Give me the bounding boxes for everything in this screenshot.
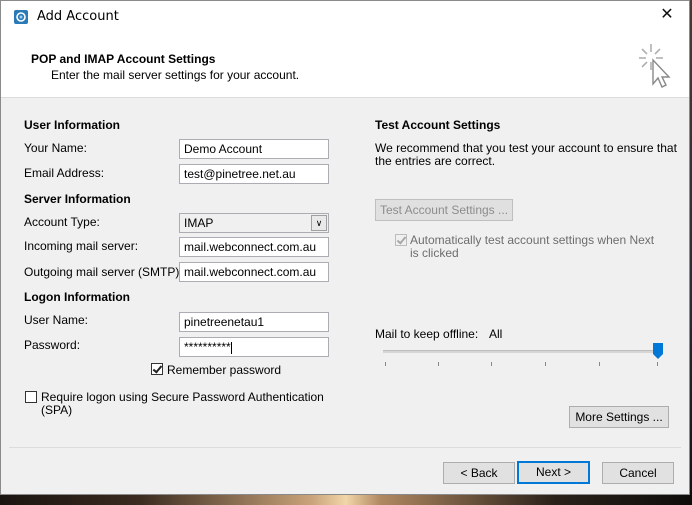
auto-test-label-line2: is clicked [410,246,459,260]
outlook-app-icon [14,10,28,24]
account-type-value: IMAP [184,216,214,230]
logon-info-heading: Logon Information [24,290,130,304]
spa-label-line1: Require logon using Secure Password Auth… [41,390,324,404]
cursor-click-icon [639,44,671,88]
incoming-server-input[interactable]: mail.webconnect.com.au [179,237,329,257]
test-account-settings-button[interactable]: Test Account Settings ... [375,199,513,221]
user-info-heading: User Information [24,118,121,132]
outgoing-server-label: Outgoing mail server (SMTP): [24,265,183,279]
your-name-input[interactable]: Demo Account [179,139,329,159]
offline-slider-track[interactable] [383,350,661,353]
slider-tick [438,362,439,366]
cancel-button[interactable]: Cancel [602,462,674,484]
test-description-line1: We recommend that you test your account … [375,141,677,155]
footer-divider [9,447,681,448]
remember-password-label: Remember password [167,363,282,377]
dialog-header: POP and IMAP Account Settings Enter the … [1,31,689,98]
password-label: Password: [24,338,81,352]
password-input[interactable]: ********** [179,337,329,357]
close-icon[interactable]: ✕ [645,1,689,31]
auto-test-label-line1: Automatically test account settings when… [410,233,655,247]
window-title: Add Account [37,9,119,24]
next-button[interactable]: Next > [517,461,590,484]
more-settings-button[interactable]: More Settings ... [569,406,669,428]
slider-tick [599,362,600,366]
email-label: Email Address: [24,166,105,180]
user-name-input[interactable]: pinetreenetau1 [179,312,329,332]
add-account-dialog: Add Account ✕ POP and IMAP Account Setti… [0,0,690,495]
chevron-down-icon[interactable]: ∨ [311,215,327,231]
account-type-label: Account Type: [24,215,100,229]
remember-password-checkbox[interactable] [151,363,163,375]
offline-value: All [489,327,503,341]
offline-label: Mail to keep offline: [375,327,479,341]
email-input[interactable]: test@pinetree.net.au [179,164,329,184]
header-title: POP and IMAP Account Settings [31,52,216,66]
outgoing-server-input[interactable]: mail.webconnect.com.au [179,262,329,282]
server-info-heading: Server Information [24,192,131,206]
header-subtitle: Enter the mail server settings for your … [51,68,300,82]
text-caret [230,341,232,354]
title-bar: Add Account ✕ [1,1,689,31]
user-name-label: User Name: [24,313,89,327]
your-name-label: Your Name: [24,141,87,155]
test-description-line2: the entries are correct. [375,154,496,168]
spa-label-line2: (SPA) [41,403,73,417]
test-settings-heading: Test Account Settings [375,118,501,132]
account-type-select[interactable]: IMAP ∨ [179,213,329,233]
back-button[interactable]: < Back [443,462,515,484]
slider-tick [545,362,546,366]
spa-checkbox[interactable] [25,391,37,403]
slider-tick [491,362,492,366]
incoming-server-label: Incoming mail server: [24,239,139,253]
slider-tick [657,362,658,366]
password-value: ********** [184,340,231,354]
slider-tick [385,362,386,366]
offline-slider-thumb[interactable] [653,343,663,359]
auto-test-checkbox[interactable] [395,234,407,246]
